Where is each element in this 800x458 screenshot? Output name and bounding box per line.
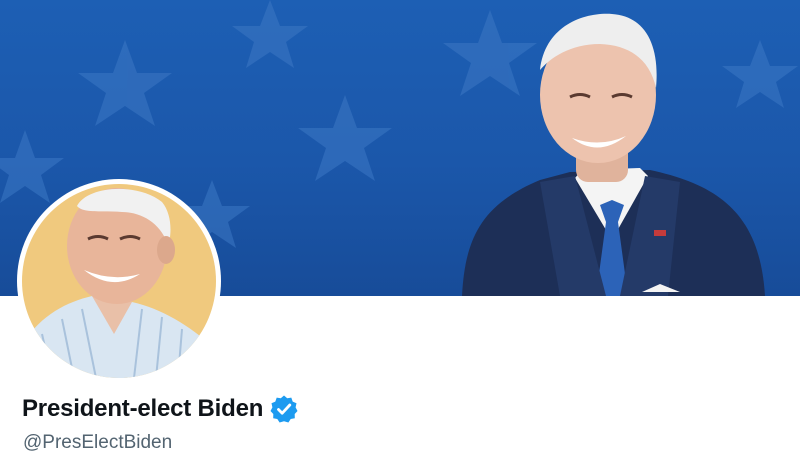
avatar-portrait xyxy=(22,188,216,378)
profile-name-row: President-elect Biden xyxy=(22,394,299,424)
avatar-image xyxy=(22,184,216,378)
display-name: President-elect Biden xyxy=(22,395,264,422)
profile-avatar[interactable] xyxy=(17,179,221,383)
profile-handle: @PresElectBiden xyxy=(23,432,173,453)
verified-badge-icon xyxy=(269,394,299,424)
